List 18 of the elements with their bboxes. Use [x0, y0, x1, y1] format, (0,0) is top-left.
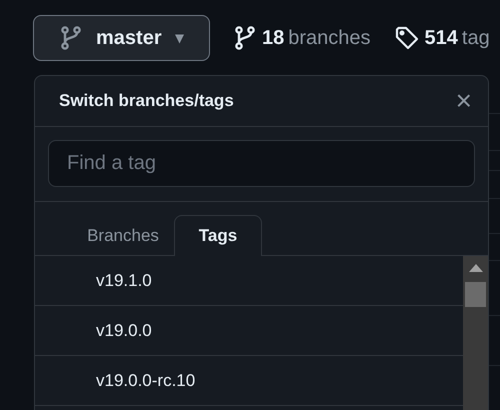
scrollbar-thumb[interactable] — [465, 282, 486, 307]
tab[interactable]: Tags — [174, 215, 262, 256]
branch-icon — [234, 26, 256, 50]
close-button[interactable]: × — [456, 87, 472, 115]
caret-icon: ▾ — [176, 28, 184, 48]
search-field[interactable]: Find a tag — [48, 140, 475, 187]
scroll-up-icon — [468, 264, 482, 272]
tag-icon — [394, 26, 419, 50]
branches-link[interactable]: 18 branches — [234, 26, 371, 50]
tag-item[interactable]: v19.0.0 — [96, 320, 152, 340]
tags-link[interactable]: 514 tag — [394, 26, 490, 50]
tag-item[interactable]: v19.0.0-rc.10 — [96, 370, 196, 390]
tab[interactable]: Branches — [72, 215, 174, 256]
scrollbar[interactable] — [463, 256, 488, 410]
tag-item[interactable]: v19.1.0 — [96, 270, 152, 290]
branch-select-button[interactable]: master ▾ — [33, 15, 210, 61]
branch-icon — [60, 26, 82, 50]
dropdown-title: Switch branches/tags — [59, 91, 234, 111]
